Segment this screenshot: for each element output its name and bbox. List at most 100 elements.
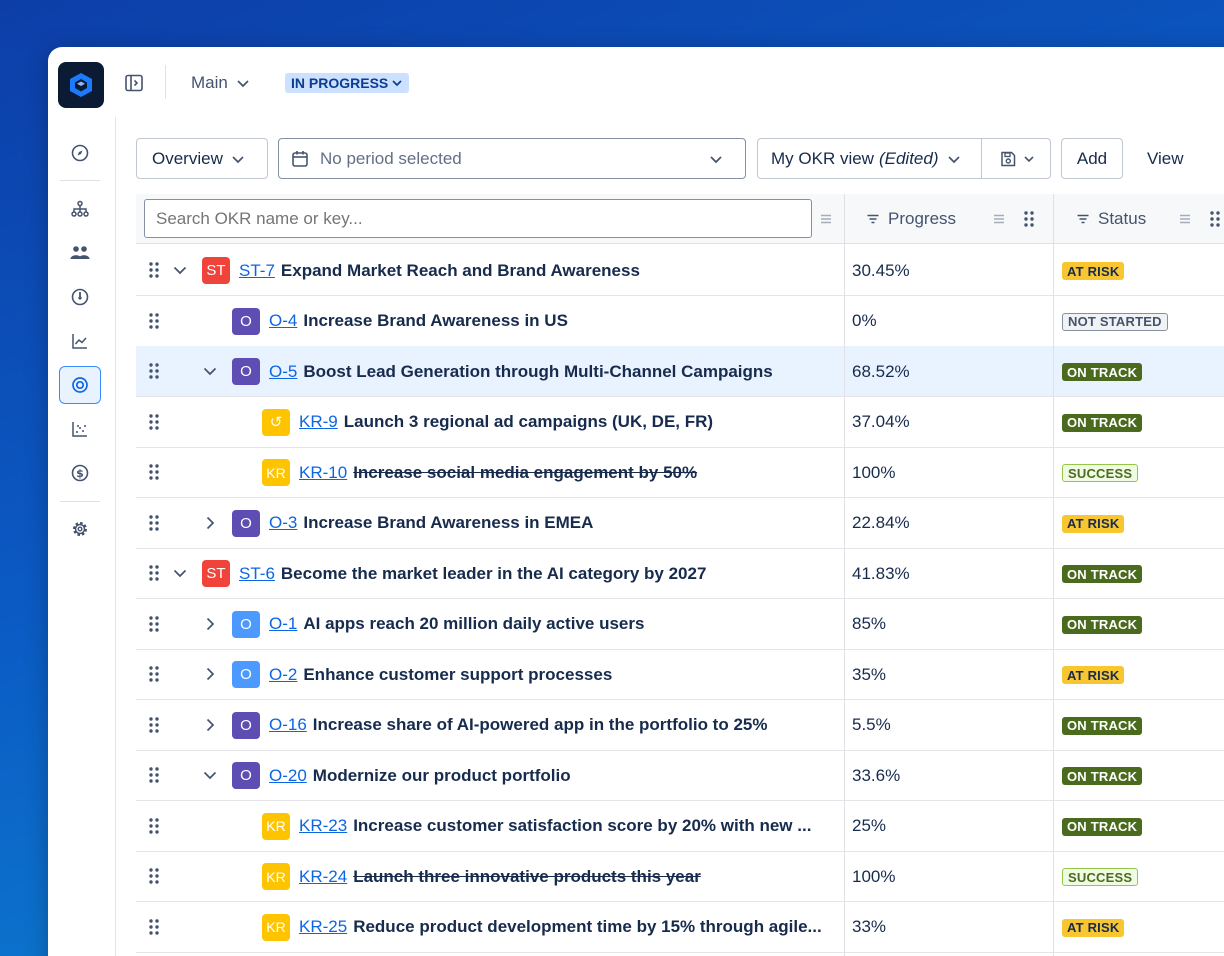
status-badge[interactable]: AT RISK [1062,514,1125,533]
drag-handle-icon[interactable] [148,260,160,280]
chevron-down-icon[interactable] [202,767,218,783]
okr-key-link[interactable]: O-16 [269,715,307,735]
column-menu-icon[interactable] [992,212,1006,226]
okr-key-link[interactable]: KR-23 [299,816,347,836]
main-dropdown[interactable]: Main [191,71,250,95]
drag-handle-icon[interactable] [148,311,160,331]
okr-title[interactable]: Increase Brand Awareness in EMEA [303,513,593,533]
drag-handle-icon[interactable] [148,715,160,735]
okr-key-link[interactable]: O-20 [269,766,307,786]
gauge-icon[interactable] [59,278,101,316]
status-badge[interactable]: SUCCESS [1062,464,1139,482]
overview-dropdown[interactable]: Overview [136,138,268,179]
chevron-down-icon[interactable] [172,262,188,278]
okr-key-link[interactable]: ST-7 [239,261,275,281]
table-row[interactable]: ST ST-7 Expand Market Reach and Brand Awar… [136,245,1224,296]
column-menu-icon[interactable] [819,212,833,226]
okr-title[interactable]: Launch three innovative products this ye… [353,867,701,887]
drag-handle-icon[interactable] [148,765,160,785]
okr-title[interactable]: Launch 3 regional ad campaigns (UK, DE, … [344,412,713,432]
progress-column-header[interactable]: Progress [866,194,956,244]
okr-title[interactable]: Increase share of AI-powered app in the … [313,715,768,735]
status-badge[interactable]: AT RISK [1062,666,1125,684]
status-badge[interactable]: AT RISK [1062,262,1125,280]
collapse-sidebar-button[interactable] [123,72,145,94]
status-badge[interactable]: ON TRACK [1062,565,1143,583]
chevron-right-icon[interactable] [202,666,218,682]
app-logo[interactable] [58,62,104,108]
table-row[interactable]: O O-1 AI apps reach 20 million daily activ… [136,599,1224,650]
okr-key-link[interactable]: KR-24 [299,867,347,887]
view-button[interactable]: View [1147,138,1184,179]
okr-title[interactable]: Enhance customer support processes [303,665,612,685]
compass-icon[interactable] [59,134,101,172]
drag-handle-icon[interactable] [148,614,160,634]
drag-handle-icon[interactable] [148,917,160,937]
target-icon[interactable] [59,366,101,404]
line-chart-icon[interactable] [59,322,101,360]
table-row[interactable]: ST ST-6 Become the market leader in the AI… [136,548,1224,599]
okr-title[interactable]: Reduce product development time by 15% t… [353,917,822,937]
settings-icon[interactable] [59,510,101,548]
status-badge[interactable]: AT RISK [1062,918,1125,937]
table-row[interactable]: KR KR-23 Increase customer satisfaction sc… [136,801,1224,852]
okr-title[interactable]: AI apps reach 20 million daily active us… [303,614,644,634]
okr-key-link[interactable]: KR-9 [299,412,338,432]
add-button[interactable]: Add [1061,138,1123,179]
okr-title[interactable]: Expand Market Reach and Brand Awareness [281,261,640,281]
period-picker[interactable]: No period selected [278,138,746,179]
column-menu-icon[interactable] [1178,212,1192,226]
status-badge[interactable]: NOT STARTED [1062,312,1168,331]
okr-title[interactable]: Modernize our product portfolio [313,766,571,786]
drag-handle-icon[interactable] [148,513,160,533]
chevron-right-icon[interactable] [202,616,218,632]
okr-key-link[interactable]: ST-6 [239,564,275,584]
table-row[interactable]: KR KR-25 Reduce product development time b… [136,902,1224,953]
chevron-right-icon[interactable] [202,515,218,531]
scatter-chart-icon[interactable] [59,410,101,448]
okr-key-link[interactable]: O-1 [269,614,297,634]
okr-view-selector[interactable]: My OKR view (Edited) [757,138,1051,179]
table-row[interactable]: KR KR-24 Launch three innovative products … [136,851,1224,902]
status-filter-lozenge[interactable]: IN PROGRESS [285,73,410,93]
status-badge[interactable]: ON TRACK [1062,817,1143,836]
hierarchy-icon[interactable] [59,190,101,228]
table-row[interactable]: O O-4 Increase Brand Awareness in US 0% NOT … [136,296,1224,347]
chevron-down-icon[interactable] [202,363,218,379]
column-drag-icon[interactable] [1209,209,1221,229]
search-input[interactable] [144,199,812,238]
okr-title[interactable]: Increase Brand Awareness in US [303,311,568,331]
okr-title[interactable]: Increase social media engagement by 50% [353,463,697,483]
okr-title[interactable]: Increase customer satisfaction score by … [353,816,811,836]
chevron-down-icon[interactable] [172,565,188,581]
status-badge[interactable]: ON TRACK [1062,716,1143,735]
status-badge[interactable]: SUCCESS [1062,868,1139,886]
okr-key-link[interactable]: KR-25 [299,917,347,937]
okr-key-link[interactable]: O-2 [269,665,297,685]
drag-handle-icon[interactable] [148,412,160,432]
table-row[interactable]: O O-5 Boost Lead Generation through Multi-… [136,346,1224,397]
drag-handle-icon[interactable] [148,816,160,836]
chevron-right-icon[interactable] [202,717,218,733]
drag-handle-icon[interactable] [148,563,160,583]
table-row[interactable]: O O-20 Modernize our product portfolio 33.6… [136,750,1224,801]
status-badge[interactable]: ON TRACK [1062,413,1143,432]
okr-title[interactable]: Become the market leader in the AI categ… [281,564,707,584]
status-badge[interactable]: ON TRACK [1062,363,1143,381]
okr-key-link[interactable]: O-5 [269,362,297,382]
table-row[interactable]: O O-16 Increase share of AI-powered app in… [136,700,1224,751]
status-badge[interactable]: ON TRACK [1062,615,1143,634]
table-row[interactable]: O O-3 Increase Brand Awareness in EMEA 22.8… [136,498,1224,549]
okr-key-link[interactable]: O-4 [269,311,297,331]
table-row[interactable]: KR KR-10 Increase social media engagement … [136,447,1224,498]
status-column-header[interactable]: Status [1076,194,1146,244]
save-view-button[interactable] [982,139,1052,178]
drag-handle-icon[interactable] [148,361,160,381]
okr-key-link[interactable]: KR-10 [299,463,347,483]
table-row[interactable]: ↺ KR-9 Launch 3 regional ad campaigns (UK,… [136,397,1224,448]
dollar-icon[interactable]: $ [59,454,101,492]
drag-handle-icon[interactable] [148,462,160,482]
table-row[interactable]: O O-2 Enhance customer support processes 35… [136,649,1224,700]
drag-handle-icon[interactable] [148,866,160,886]
okr-key-link[interactable]: O-3 [269,513,297,533]
